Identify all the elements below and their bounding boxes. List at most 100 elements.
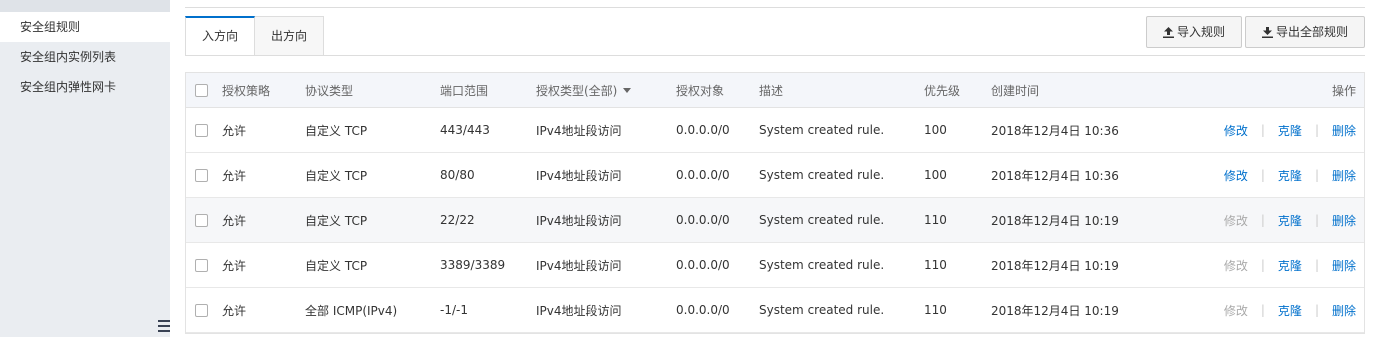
select-all-cell — [195, 73, 208, 107]
cell-protocol: 自定义 TCP — [305, 123, 368, 138]
action-separator: | — [1260, 258, 1265, 272]
table-row: 允许 自定义 TCP 22/22 IPv4地址段访问 0.0.0.0/0 Sys… — [186, 198, 1364, 243]
delete-link[interactable]: 删除 — [1332, 257, 1356, 274]
row-select-cell — [195, 288, 208, 332]
sidebar-item-elastic-nic[interactable]: 安全组内弹性网卡 — [0, 72, 170, 102]
table-header: 授权策略 协议类型 端口范围 授权类型(全部) 授权对象 描述 优先级 创建时间… — [186, 73, 1364, 108]
clone-link[interactable]: 克隆 — [1278, 122, 1302, 139]
sidebar-item-security-group-rules[interactable]: 安全组规则 — [0, 12, 170, 42]
import-rules-label: 导入规则 — [1176, 25, 1225, 39]
cell-created-time: 2018年12月4日 10:36 — [991, 168, 1119, 183]
table-row: 允许 全部 ICMP(IPv4) -1/-1 IPv4地址段访问 0.0.0.0… — [186, 288, 1364, 333]
cell-auth-type: IPv4地址段访问 — [536, 303, 622, 318]
edit-link[interactable]: 修改 — [1224, 122, 1248, 139]
cell-actions: 修改 | 克隆 | 删除 — [1224, 198, 1356, 242]
cell-auth-type: IPv4地址段访问 — [536, 258, 622, 273]
delete-link[interactable]: 删除 — [1332, 302, 1356, 319]
import-rules-button[interactable]: 导入规则 — [1146, 16, 1242, 48]
clone-link[interactable]: 克隆 — [1278, 212, 1302, 229]
cell-auth-type: IPv4地址段访问 — [536, 123, 622, 138]
header-auth-type-label: 授权类型(全部) — [536, 83, 618, 98]
cell-description: System created rule. — [759, 123, 885, 137]
cell-port-range: 22/22 — [440, 213, 475, 227]
row-checkbox[interactable] — [195, 123, 208, 137]
cell-auth-target: 0.0.0.0/0 — [676, 258, 730, 272]
header-port-range: 端口范围 — [440, 83, 489, 98]
direction-tabs: 入方向 出方向 — [185, 16, 325, 56]
row-checkbox[interactable] — [195, 213, 208, 227]
cell-actions: 修改 | 克隆 | 删除 — [1224, 153, 1356, 197]
export-all-rules-label: 导出全部规则 — [1275, 25, 1348, 39]
tab-inbound[interactable]: 入方向 — [185, 16, 256, 56]
delete-link[interactable]: 删除 — [1332, 167, 1356, 184]
cell-auth-type: IPv4地址段访问 — [536, 168, 622, 183]
row-checkbox[interactable] — [195, 303, 208, 317]
caret-down-icon[interactable] — [623, 87, 632, 93]
cell-description: System created rule. — [759, 213, 885, 227]
clone-link[interactable]: 克隆 — [1278, 257, 1302, 274]
sidebar: 安全组规则 安全组内实例列表 安全组内弹性网卡 — [0, 0, 170, 337]
cell-auth-type: IPv4地址段访问 — [536, 213, 622, 228]
export-all-rules-button[interactable]: 导出全部规则 — [1245, 16, 1365, 48]
clone-link[interactable]: 克隆 — [1278, 302, 1302, 319]
download-icon — [1261, 27, 1273, 38]
table-row: 允许 自定义 TCP 80/80 IPv4地址段访问 0.0.0.0/0 Sys… — [186, 153, 1364, 198]
main-content: 入方向 出方向 导入规则 导出全部规则 授权策略 协议类型 端口范围 授权类型(… — [170, 0, 1376, 337]
cell-description: System created rule. — [759, 303, 885, 317]
cell-created-time: 2018年12月4日 10:36 — [991, 123, 1119, 138]
rules-table: 授权策略 协议类型 端口范围 授权类型(全部) 授权对象 描述 优先级 创建时间… — [185, 72, 1365, 334]
top-divider — [185, 7, 1365, 8]
tab-outbound[interactable]: 出方向 — [255, 16, 325, 56]
cell-description: System created rule. — [759, 168, 885, 182]
header-actions: 操作 — [1331, 83, 1356, 98]
cell-auth-policy: 允许 — [222, 168, 247, 183]
clone-link[interactable]: 克隆 — [1278, 167, 1302, 184]
select-all-checkbox[interactable] — [195, 83, 208, 97]
header-auth-target: 授权对象 — [676, 83, 725, 98]
header-created-time: 创建时间 — [991, 83, 1040, 98]
header-priority: 优先级 — [924, 83, 961, 98]
edit-link-disabled: 修改 — [1223, 303, 1248, 318]
cell-protocol: 全部 ICMP(IPv4) — [305, 303, 398, 318]
cell-actions: 修改 | 克隆 | 删除 — [1224, 108, 1356, 152]
cell-protocol: 自定义 TCP — [305, 258, 368, 273]
row-select-cell — [195, 198, 208, 242]
cell-auth-policy: 允许 — [222, 123, 247, 138]
cell-auth-target: 0.0.0.0/0 — [676, 123, 730, 137]
cell-priority: 100 — [924, 123, 947, 137]
cell-actions: 修改 | 克隆 | 删除 — [1224, 288, 1356, 332]
sidebar-item-instance-list[interactable]: 安全组内实例列表 — [0, 42, 170, 72]
cell-auth-target: 0.0.0.0/0 — [676, 213, 730, 227]
action-separator: | — [1314, 168, 1319, 182]
row-checkbox[interactable] — [195, 258, 208, 272]
action-separator: | — [1260, 303, 1265, 317]
upload-icon — [1162, 27, 1174, 38]
edit-link[interactable]: 修改 — [1224, 167, 1248, 184]
cell-priority: 110 — [924, 213, 947, 227]
row-select-cell — [195, 243, 208, 287]
tabs-divider — [185, 55, 1365, 56]
menu-collapse-icon[interactable] — [158, 320, 170, 334]
row-checkbox[interactable] — [195, 168, 208, 182]
delete-link[interactable]: 删除 — [1332, 122, 1356, 139]
action-separator: | — [1314, 258, 1319, 272]
row-select-cell — [195, 153, 208, 197]
cell-description: System created rule. — [759, 258, 885, 272]
header-description: 描述 — [759, 83, 784, 98]
action-separator: | — [1260, 168, 1265, 182]
cell-priority: 110 — [924, 258, 947, 272]
delete-link[interactable]: 删除 — [1332, 212, 1356, 229]
cell-priority: 110 — [924, 303, 947, 317]
sidebar-top-spacer — [0, 0, 170, 12]
cell-protocol: 自定义 TCP — [305, 168, 368, 183]
cell-created-time: 2018年12月4日 10:19 — [991, 303, 1119, 318]
action-separator: | — [1260, 123, 1265, 137]
cell-created-time: 2018年12月4日 10:19 — [991, 258, 1119, 273]
cell-protocol: 自定义 TCP — [305, 213, 368, 228]
edit-link-disabled: 修改 — [1223, 258, 1248, 273]
header-auth-type-filter[interactable]: 授权类型(全部) — [536, 73, 632, 107]
table-row: 允许 自定义 TCP 3389/3389 IPv4地址段访问 0.0.0.0/0… — [186, 243, 1364, 288]
row-select-cell — [195, 108, 208, 152]
cell-priority: 100 — [924, 168, 947, 182]
cell-auth-target: 0.0.0.0/0 — [676, 168, 730, 182]
